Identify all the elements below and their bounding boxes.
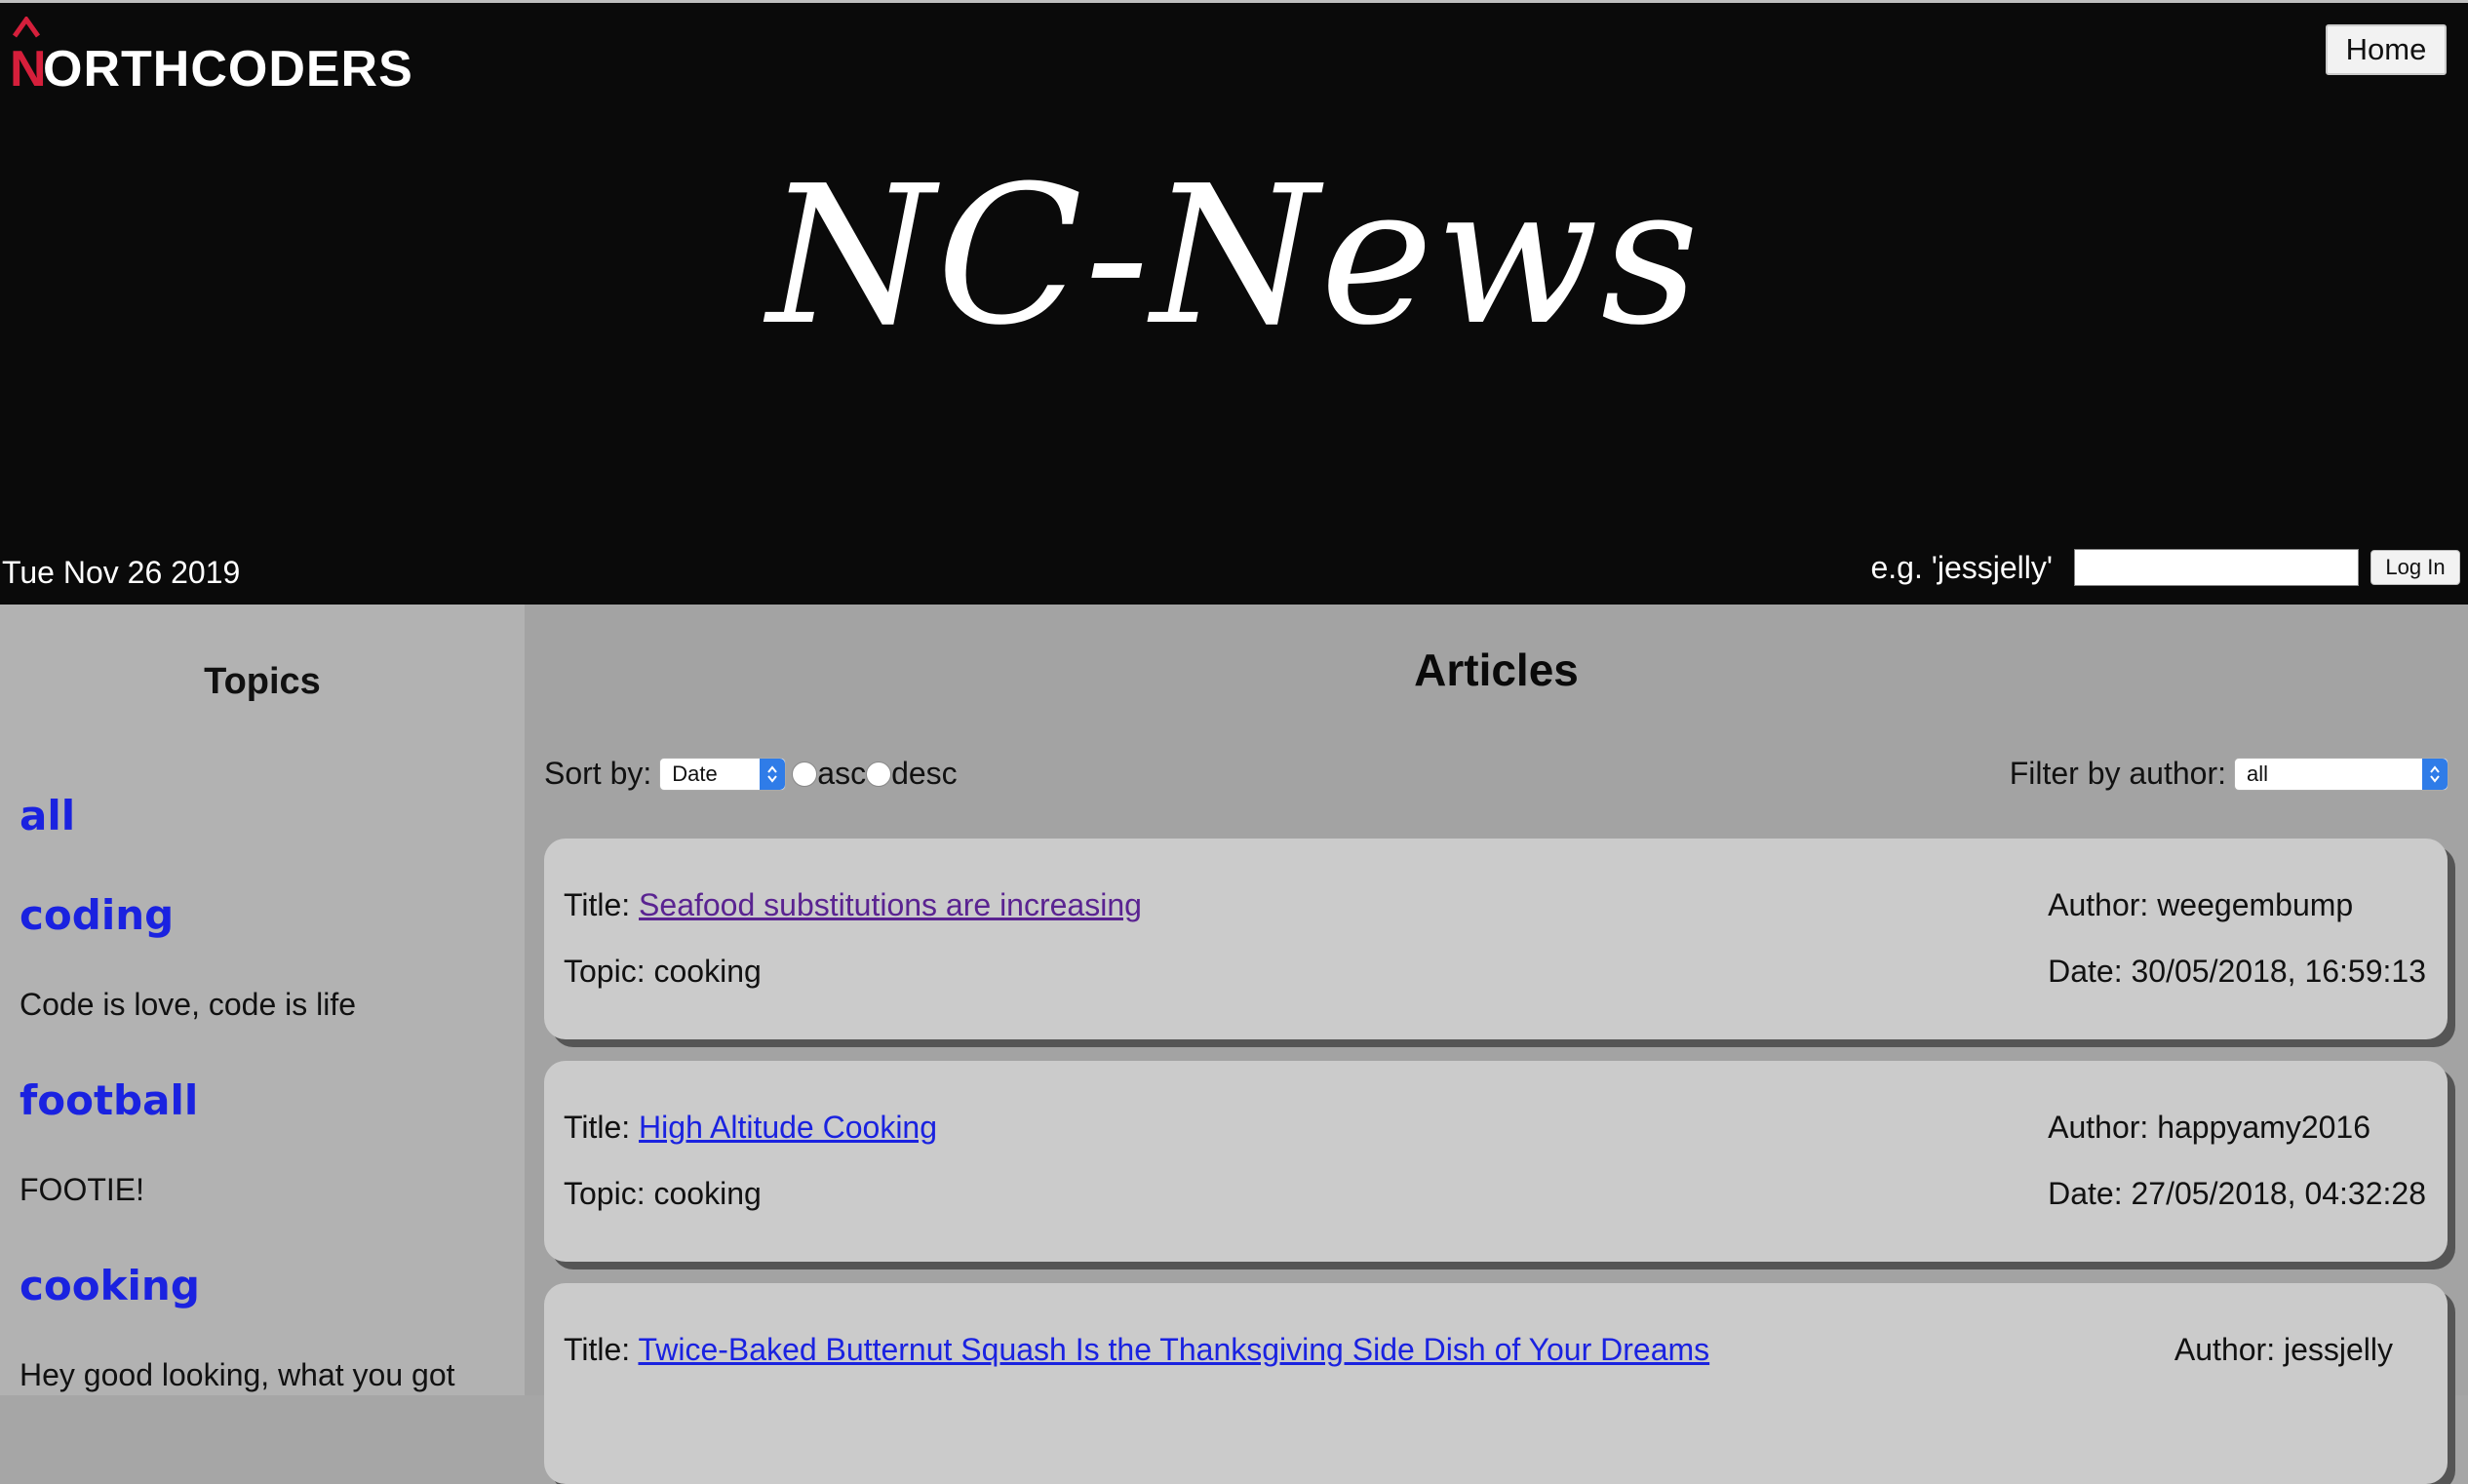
article-card: Title: Twice-Baked Butternut Squash Is t… [544, 1283, 2448, 1484]
login-form: e.g. 'jessjelly' Log In [1870, 549, 2460, 586]
topic-prefix: Topic: [564, 1176, 654, 1211]
sort-selected-value: Date [672, 761, 718, 786]
filter-controls: Filter by author: all [2010, 756, 2448, 792]
current-date: Tue Nov 26 2019 [2, 555, 241, 590]
article-meta: Author: jessjelly [2174, 1332, 2393, 1398]
author-prefix: Author: [2048, 887, 2158, 922]
article-meta: Author: weegembump Date: 30/05/2018, 16:… [2048, 887, 2426, 1020]
login-hint: e.g. 'jessjelly' [1870, 549, 2053, 585]
article-author-line: Author: weegembump [2048, 887, 2426, 954]
login-button[interactable]: Log In [2370, 550, 2460, 585]
sidebar-title: Topics [204, 661, 321, 702]
northcoders-logo[interactable]: N ORTHCODERS [10, 17, 413, 95]
article-author: weegembump [2157, 887, 2354, 922]
filter-selected-value: all [2247, 761, 2269, 786]
desc-label: desc [891, 756, 958, 791]
logo-text: ORTHCODERS [43, 41, 413, 98]
author-prefix: Author: [2048, 1110, 2158, 1145]
article-topic: cooking [653, 954, 762, 989]
article-card: Title: Seafood substitutions are increas… [544, 839, 2448, 1039]
article-date-line: Date: 27/05/2018, 04:32:28 [2048, 1176, 2426, 1242]
title-prefix: Title: [564, 1110, 640, 1145]
chevron-up-down-icon [760, 758, 786, 790]
topic-description-football: FOOTIE! [20, 1172, 144, 1207]
date-prefix: Date: [2048, 1176, 2132, 1211]
topic-description-cooking: Hey good looking, what you got [20, 1357, 455, 1392]
filter-label: Filter by author: [2009, 756, 2226, 791]
article-title-line: Title: High Altitude Cooking [564, 1110, 937, 1146]
caret-up-icon [12, 17, 41, 38]
topic-prefix: Topic: [564, 954, 654, 989]
topics-sidebar: Topics all coding Code is love, code is … [0, 605, 525, 1395]
articles-title: Articles [1414, 644, 1579, 695]
logo-initial: N [10, 41, 47, 98]
logo-mark: N [10, 17, 47, 98]
article-topic-line: Topic: cooking [564, 954, 762, 990]
article-author-line: Author: happyamy2016 [2048, 1110, 2426, 1176]
sort-label: Sort by: [544, 756, 652, 791]
article-card: Title: High Altitude Cooking Topic: cook… [544, 1061, 2448, 1262]
article-title-link[interactable]: Seafood substitutions are increasing [639, 887, 1142, 922]
article-author: jessjelly [2283, 1332, 2393, 1367]
article-date: 30/05/2018, 16:59:13 [2131, 954, 2427, 989]
article-title-line: Title: Seafood substitutions are increas… [564, 887, 1142, 923]
article-author-line: Author: jessjelly [2174, 1332, 2393, 1398]
articles-panel: Articles Sort by: Date asc desc Filter b… [525, 605, 2468, 1484]
article-title-link[interactable]: High Altitude Cooking [639, 1110, 937, 1145]
article-title-link[interactable]: Twice-Baked Butternut Squash Is the Than… [638, 1332, 1709, 1367]
topic-link-football[interactable]: football [20, 1076, 198, 1124]
article-date-line: Date: 30/05/2018, 16:59:13 [2048, 954, 2426, 1020]
article-date: 27/05/2018, 04:32:28 [2131, 1176, 2427, 1211]
asc-radio[interactable] [792, 761, 818, 787]
topic-link-cooking[interactable]: cooking [20, 1262, 200, 1309]
home-button[interactable]: Home [2326, 24, 2447, 75]
title-prefix: Title: [564, 1332, 639, 1367]
topic-link-all[interactable]: all [20, 792, 75, 840]
article-topic-line: Topic: cooking [564, 1176, 762, 1212]
desc-radio[interactable] [866, 761, 892, 787]
site-title: NC-News [766, 145, 1702, 368]
author-prefix: Author: [2174, 1332, 2284, 1367]
username-input[interactable] [2074, 549, 2359, 586]
article-author: happyamy2016 [2157, 1110, 2371, 1145]
topic-link-coding[interactable]: coding [20, 891, 174, 939]
article-topic: cooking [653, 1176, 762, 1211]
site-header: N ORTHCODERS Home NC-News Tue Nov 26 201… [0, 0, 2468, 605]
topic-description-coding: Code is love, code is life [20, 987, 357, 1022]
sort-controls: Sort by: Date asc desc [544, 756, 958, 792]
title-prefix: Title: [564, 887, 640, 922]
article-title-line: Title: Twice-Baked Butternut Squash Is t… [564, 1332, 1709, 1368]
author-filter-select[interactable]: all [2234, 757, 2448, 791]
chevron-up-down-icon [2422, 758, 2448, 790]
date-prefix: Date: [2048, 954, 2132, 989]
sort-select[interactable]: Date [659, 757, 787, 791]
article-meta: Author: happyamy2016 Date: 27/05/2018, 0… [2048, 1110, 2426, 1242]
asc-label: asc [817, 756, 867, 791]
